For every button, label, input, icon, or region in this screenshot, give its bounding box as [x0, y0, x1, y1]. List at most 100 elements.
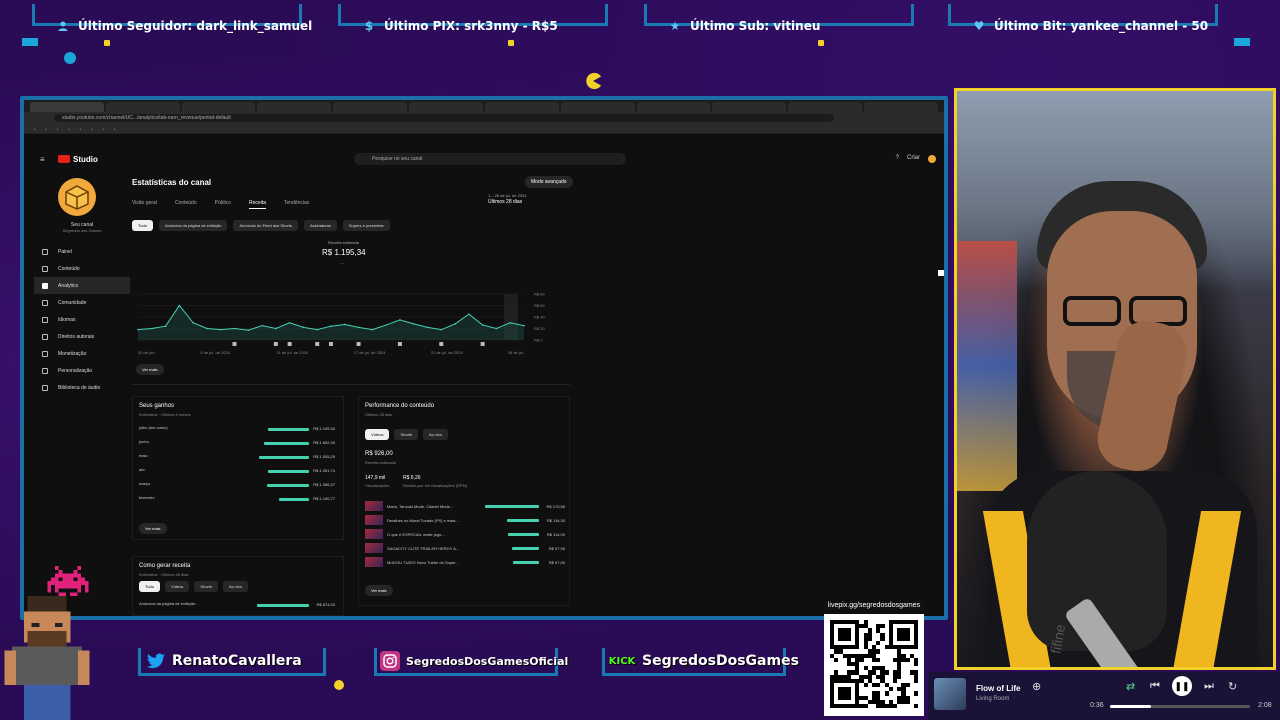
chip-videos[interactable]: Vídeos	[365, 429, 390, 440]
chip-ao-vivo[interactable]: Ao vivo	[423, 429, 449, 440]
chart-point[interactable]	[371, 328, 374, 331]
browser-tab[interactable]	[864, 102, 938, 112]
bookmark[interactable]: •	[57, 126, 58, 131]
chart-video-marker[interactable]	[356, 342, 361, 346]
browser-tab[interactable]	[636, 102, 711, 112]
chart-point[interactable]	[275, 327, 277, 330]
browser-tab[interactable]	[788, 102, 863, 112]
previous-icon[interactable]: ⏮	[1150, 680, 1160, 693]
revenue-chart[interactable]: R$ 80 R$ 60 R$ 40 R$ 20 R$ 0 30 de jun. 5 de j…	[132, 290, 570, 362]
tab-conteudo[interactable]: Conteúdo	[175, 200, 197, 209]
sidebar-item-personalizacao[interactable]: Personalização	[34, 362, 130, 379]
date-range-picker[interactable]: 1 – 28 de jul. de 2024 Últimos 28 dias	[488, 193, 526, 205]
chart-point[interactable]	[302, 326, 305, 329]
progress-bar[interactable]	[1110, 705, 1250, 708]
channel-avatar[interactable]	[58, 178, 96, 216]
browser-tab[interactable]	[560, 102, 635, 112]
sidebar-item-biblioteca[interactable]: Biblioteca de áudio	[34, 379, 130, 396]
chart-point[interactable]	[399, 319, 401, 321]
chart-point[interactable]	[261, 324, 263, 327]
pause-icon[interactable]: ❚❚	[1172, 676, 1192, 696]
list-item[interactable]: Detalhes no Mural Tocado (PS) e mais... R…	[365, 515, 565, 527]
chart-video-marker[interactable]	[480, 342, 485, 346]
help-icon[interactable]: ?	[896, 155, 899, 163]
chart-video-marker[interactable]	[232, 342, 237, 346]
repeat-icon[interactable]: ↻	[1228, 680, 1237, 693]
address-bar[interactable]: studio.youtube.com/channel/UC.../analyti…	[54, 114, 834, 122]
chip-videos[interactable]: Vídeos	[164, 581, 190, 592]
chart-video-marker[interactable]	[287, 342, 292, 346]
chart-video-marker[interactable]	[315, 342, 320, 346]
browser-tab[interactable]	[409, 102, 483, 112]
sidebar-item-monetizacao[interactable]: Monetização	[34, 345, 130, 362]
chart-video-marker[interactable]	[397, 342, 402, 346]
chart-point[interactable]	[481, 324, 484, 326]
chart-point[interactable]	[523, 324, 525, 327]
browser-tab[interactable]	[257, 102, 332, 112]
list-item[interactable]: MUDOU TUDO! Novo Trailer do Super... R$ 9…	[365, 557, 565, 569]
add-icon[interactable]: ⊕	[1032, 680, 1041, 693]
browser-tab[interactable]	[712, 102, 787, 112]
chart-point[interactable]	[412, 323, 415, 325]
social-kick[interactable]: KICK SegredosDosGames	[608, 648, 799, 674]
chart-video-marker[interactable]	[329, 342, 333, 346]
chart-point[interactable]	[247, 329, 250, 332]
list-item[interactable]: Mario, Tanooki Mode, Citadel Mode... R$ 1…	[365, 501, 565, 513]
tab-visao-geral[interactable]: Visão geral	[132, 200, 157, 209]
social-twitter[interactable]: RenatoCavallera	[146, 648, 302, 674]
bookmark[interactable]: •	[80, 126, 81, 131]
social-instagram[interactable]: SegredosDosGamesOficial	[380, 648, 568, 674]
chip-assinaturas[interactable]: Assinaturas	[303, 220, 337, 231]
chart-video-marker[interactable]	[439, 342, 444, 346]
chart-point[interactable]	[495, 327, 498, 330]
chart-point[interactable]	[357, 326, 360, 329]
see-more-button[interactable]: Ver mais	[136, 364, 164, 375]
chart-point[interactable]	[440, 328, 443, 331]
sidebar-item-comunidade[interactable]: Comunidade	[34, 294, 130, 311]
chart-point[interactable]	[206, 327, 208, 330]
chart-point[interactable]	[330, 325, 332, 327]
browser-tab[interactable]	[181, 102, 256, 112]
browser-tabs[interactable]	[24, 100, 944, 112]
sidebar-item-conteudo[interactable]: Conteúdo	[34, 260, 130, 277]
list-item[interactable]: O que é ESPECIAL neste jogo... R$ 114,00	[365, 529, 565, 541]
chart-point[interactable]	[164, 325, 167, 327]
chart-video-marker[interactable]	[273, 342, 278, 346]
chart-point[interactable]	[385, 324, 387, 326]
chip-anuncios-exibicao[interactable]: Anúncios da página de exibição	[158, 220, 228, 231]
browser-tab[interactable]	[105, 102, 180, 112]
table-row[interactable]: maio R$ 1.505,29	[139, 453, 335, 463]
next-icon[interactable]: ⏭	[1204, 680, 1214, 693]
table-row[interactable]: julho (em curso) R$ 1.195,34	[139, 425, 335, 435]
bookmark[interactable]: •	[45, 126, 46, 131]
qr-code[interactable]	[824, 614, 924, 716]
tab-receita[interactable]: Receita	[249, 200, 266, 209]
scrollbar-thumb[interactable]	[938, 270, 944, 276]
see-more-button[interactable]: Ver mais	[139, 523, 167, 534]
sidebar-item-direitos[interactable]: Direitos autorais	[34, 328, 130, 345]
chip-tudo[interactable]: Tudo	[132, 220, 153, 231]
tab-publico[interactable]: Público	[215, 200, 231, 209]
table-row[interactable]: abr. R$ 1.281,74	[139, 467, 335, 477]
chart-point[interactable]	[426, 326, 429, 329]
chart-point[interactable]	[468, 313, 470, 315]
table-row[interactable]: junho R$ 1.652,49	[139, 439, 335, 449]
bookmark[interactable]: •	[114, 126, 115, 131]
bookmark[interactable]: •	[68, 126, 69, 131]
chip-tudo[interactable]: Tudo	[139, 581, 160, 592]
chart-point[interactable]	[233, 327, 236, 330]
sidebar-item-idiomas[interactable]: Idiomas	[34, 311, 130, 328]
list-item[interactable]: SAGACITY CUTE TRAILER HEROY A... R$ 97,96	[365, 543, 565, 555]
see-more-button[interactable]: Ver mais	[365, 585, 393, 596]
chip-ao-vivo[interactable]: Ao vivo	[222, 581, 249, 592]
chip-anuncios-shorts[interactable]: Anúncios do Feed dos Shorts	[233, 220, 298, 231]
table-row[interactable]: março R$ 1.356,37	[139, 481, 335, 491]
chip-shorts[interactable]: Shorts	[194, 581, 218, 592]
browser-tab[interactable]	[484, 102, 559, 112]
chart-point[interactable]	[178, 304, 181, 307]
chart-point[interactable]	[454, 323, 456, 325]
chart-point[interactable]	[192, 321, 194, 324]
bookmark[interactable]: •	[102, 126, 103, 131]
chart-point[interactable]	[288, 321, 291, 324]
chart-point[interactable]	[316, 328, 319, 331]
